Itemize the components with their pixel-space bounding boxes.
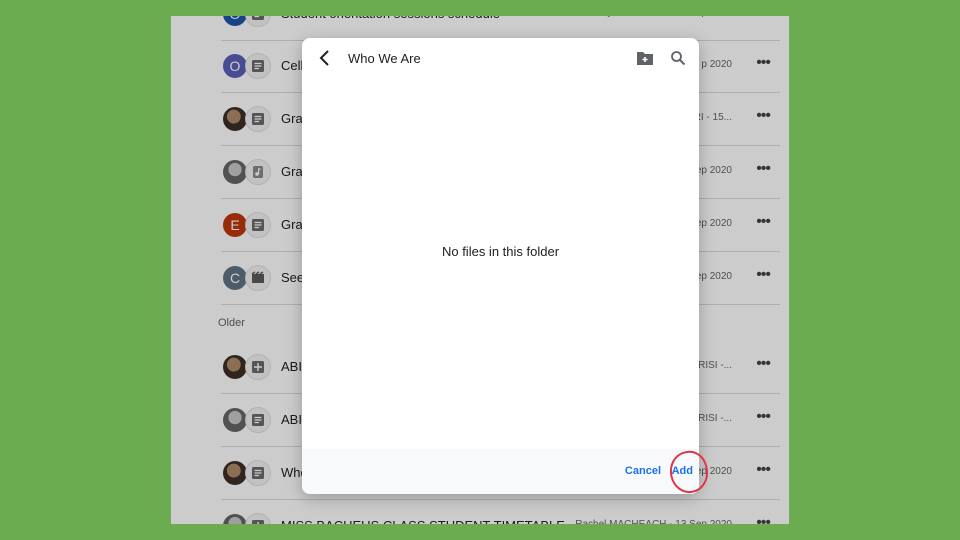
back-arrow-icon[interactable] xyxy=(316,49,334,72)
new-folder-icon[interactable] xyxy=(636,50,654,71)
empty-folder-message: No files in this folder xyxy=(441,244,560,259)
dialog-title: Who We Are xyxy=(348,51,421,66)
cancel-button[interactable]: Cancel xyxy=(625,465,661,477)
folder-picker-dialog: Who We Are No files in this folder Cance… xyxy=(302,38,699,494)
dialog-footer: Cancel Add xyxy=(302,449,699,494)
search-icon[interactable] xyxy=(670,50,686,71)
